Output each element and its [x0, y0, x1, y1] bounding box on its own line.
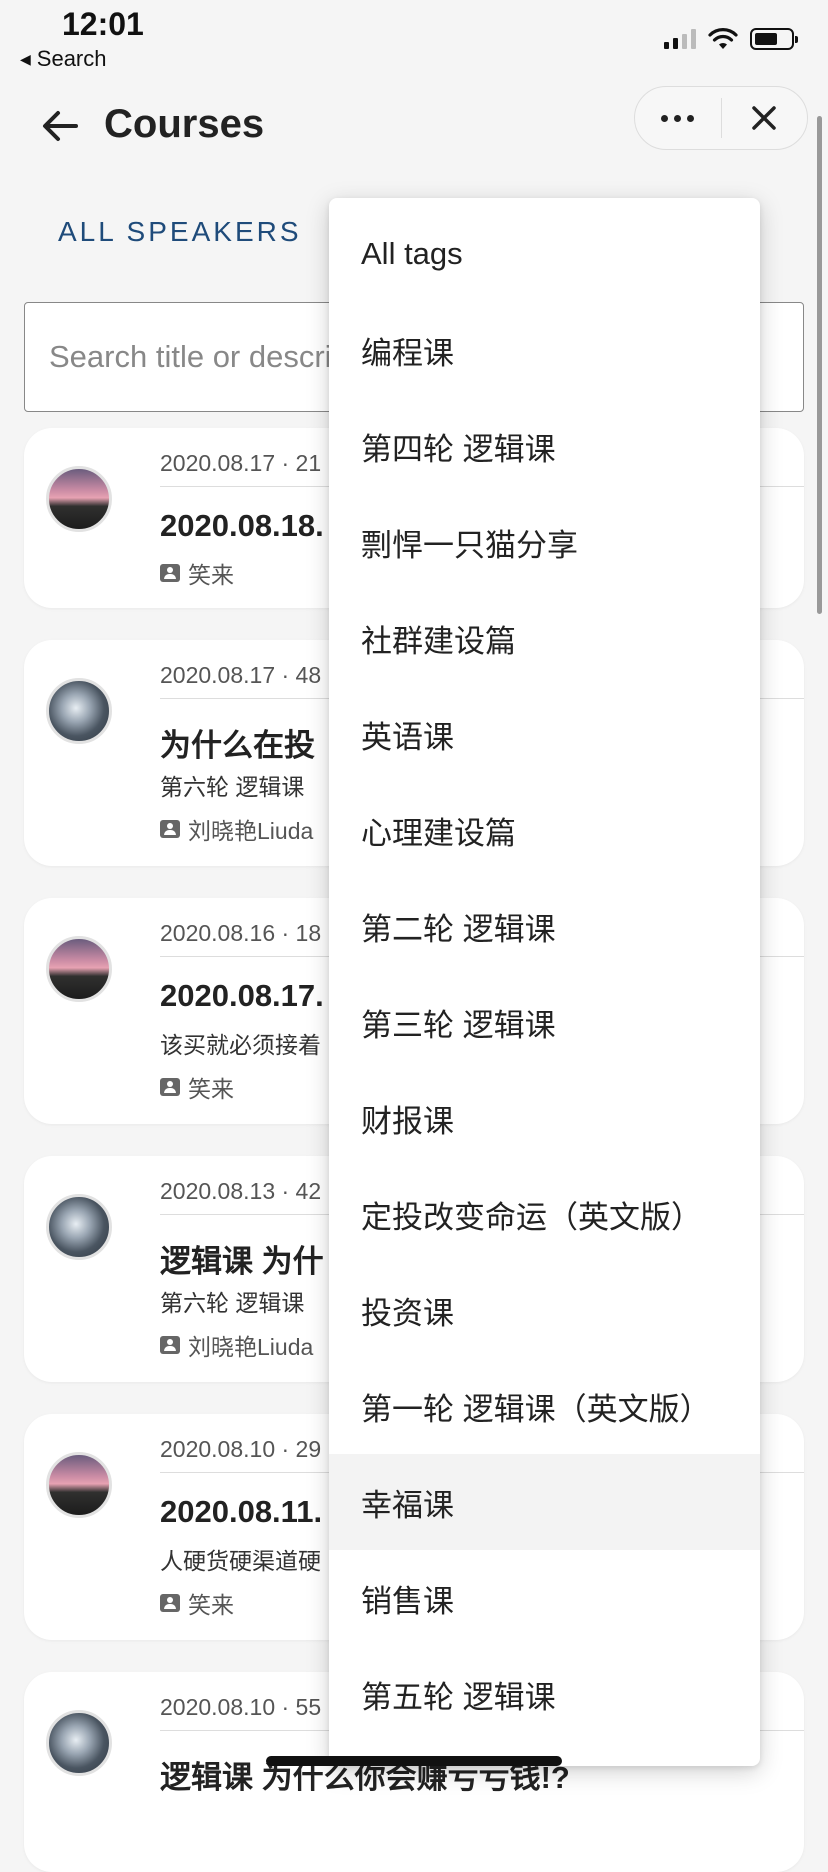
mini-program-capsule	[634, 86, 808, 150]
speaker-name: 笑来	[188, 562, 234, 588]
tag-option[interactable]: 第四轮 逻辑课	[329, 398, 760, 494]
back-triangle-icon: ◀	[20, 51, 31, 67]
home-indicator[interactable]	[266, 1756, 562, 1766]
speaker-icon	[160, 1594, 180, 1612]
course-speaker: 刘晓艳Liuda	[160, 1328, 313, 1362]
course-subtitle: 第六轮 逻辑课	[160, 774, 305, 800]
avatar	[46, 1194, 112, 1260]
tag-option[interactable]: 心理建设篇	[329, 782, 760, 878]
status-icons	[664, 26, 798, 52]
course-date: 2020.08.10 · 55	[160, 1694, 322, 1720]
tag-option[interactable]: 投资课	[329, 1262, 760, 1358]
course-subtitle: 人硬货硬渠道硬	[160, 1548, 321, 1574]
all-speakers-filter[interactable]: ALL SPEAKERS	[58, 216, 302, 248]
close-button[interactable]	[722, 87, 808, 149]
battery-icon	[750, 28, 798, 50]
course-date: 2020.08.10 · 29	[160, 1436, 322, 1462]
tag-option[interactable]: 第一轮 逻辑课（英文版）	[329, 1358, 760, 1454]
more-dots-icon	[661, 114, 695, 122]
course-date: 2020.08.17 · 48	[160, 662, 322, 688]
course-date: 2020.08.16 · 18	[160, 920, 322, 946]
course-title: 2020.08.11.	[160, 1494, 323, 1529]
speaker-icon	[160, 1078, 180, 1096]
avatar	[46, 466, 112, 532]
status-back-link[interactable]: ◀ Search	[20, 46, 107, 72]
course-title: 2020.08.17.	[160, 978, 324, 1013]
avatar	[46, 1710, 112, 1776]
wifi-icon	[708, 28, 738, 49]
course-speaker: 刘晓艳Liuda	[160, 812, 313, 846]
nav-bar: Courses	[0, 80, 828, 172]
course-date: 2020.08.17 · 21	[160, 450, 322, 476]
speaker-name: 笑来	[188, 1592, 234, 1618]
avatar	[46, 678, 112, 744]
scrollbar[interactable]	[817, 116, 822, 614]
speaker-name: 笑来	[188, 1076, 234, 1102]
tag-option[interactable]: All tags	[329, 206, 760, 302]
cellular-signal-icon	[664, 29, 696, 49]
avatar	[46, 1452, 112, 1518]
speaker-icon	[160, 1336, 180, 1354]
tag-dropdown-menu: All tags 编程课 第四轮 逻辑课 剽悍一只猫分享 社群建设篇 英语课 心…	[329, 198, 760, 1766]
tag-option[interactable]: 财报课	[329, 1070, 760, 1166]
tag-option[interactable]: 第二轮 逻辑课	[329, 878, 760, 974]
course-title: 逻辑课 为什	[160, 1244, 324, 1279]
avatar	[46, 936, 112, 1002]
tag-option[interactable]: 编程课	[329, 302, 760, 398]
status-back-label: Search	[36, 46, 107, 71]
speaker-icon	[160, 820, 180, 838]
speaker-name: 刘晓艳Liuda	[188, 818, 314, 844]
tag-option[interactable]: 定投改变命运（英文版）	[329, 1166, 760, 1262]
tag-option[interactable]: 销售课	[329, 1550, 760, 1646]
close-icon	[752, 106, 776, 130]
tag-option[interactable]: 第三轮 逻辑课	[329, 974, 760, 1070]
course-date: 2020.08.13 · 42	[160, 1178, 322, 1204]
speaker-icon	[160, 564, 180, 582]
status-time: 12:01	[62, 6, 144, 42]
course-title: 为什么在投	[160, 728, 315, 763]
course-speaker: 笑来	[160, 1586, 234, 1620]
course-speaker: 笑来	[160, 556, 234, 590]
course-subtitle: 该买就必须接着	[160, 1032, 321, 1058]
course-speaker: 笑来	[160, 1070, 234, 1104]
tag-option[interactable]: 英语课	[329, 686, 760, 782]
tag-option-highlighted[interactable]: 幸福课	[329, 1454, 760, 1550]
speaker-name: 刘晓艳Liuda	[188, 1334, 314, 1360]
tag-option[interactable]: 社群建设篇	[329, 590, 760, 686]
course-subtitle: 第六轮 逻辑课	[160, 1290, 305, 1316]
tag-option[interactable]: 剽悍一只猫分享	[329, 494, 760, 590]
status-bar: 12:01 ◀ Search	[0, 0, 828, 80]
back-arrow-icon[interactable]	[36, 102, 84, 150]
more-button[interactable]	[635, 87, 721, 149]
tag-option[interactable]: 第五轮 逻辑课	[329, 1646, 760, 1742]
course-title: 2020.08.18.	[160, 508, 324, 543]
page-title: Courses	[104, 102, 265, 146]
